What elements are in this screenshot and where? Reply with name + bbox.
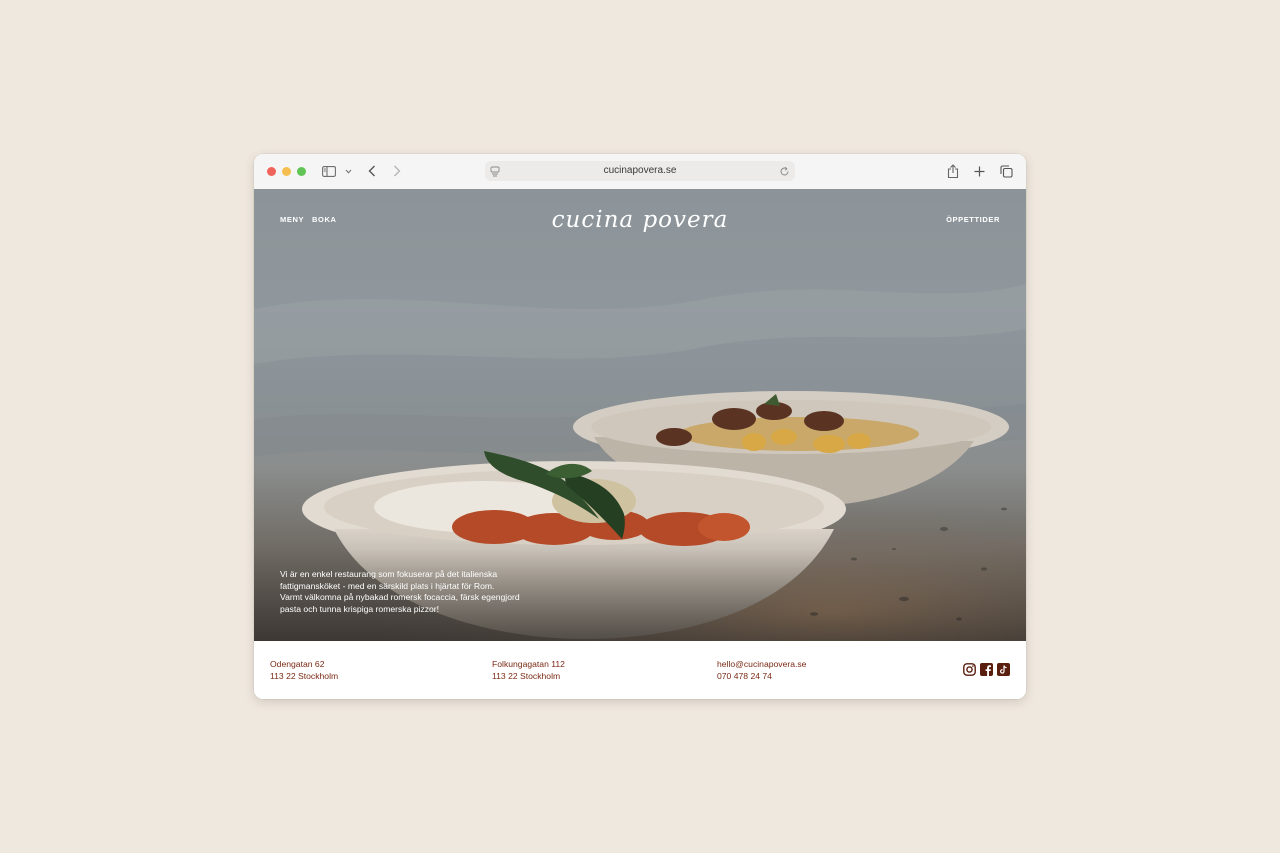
url-text: cucinapovera.se: [603, 165, 677, 176]
contact-info: hello@cucinapovera.se 070 478 24 74: [717, 658, 806, 682]
intro-line: pasta och tunna krispiga romerska pizzor…: [280, 603, 440, 614]
address-city: 113 22 Stockholm: [270, 671, 339, 681]
intro-line: fattigmansköket - med en särskild plats …: [280, 580, 495, 591]
tiktok-icon[interactable]: [997, 663, 1010, 676]
tab-overview-icon[interactable]: [999, 162, 1013, 180]
site-footer: Odengatan 62 113 22 Stockholm Folkungaga…: [254, 641, 1026, 699]
browser-window: cucinapovera.se MENY BOKA cucina povera …: [254, 154, 1026, 699]
sidebar-toggle-icon[interactable]: [321, 162, 337, 180]
zoom-window-button[interactable]: [297, 167, 306, 176]
site-logo[interactable]: cucina povera: [254, 207, 1026, 233]
browser-toolbar: cucinapovera.se: [254, 154, 1026, 190]
phone-link[interactable]: 070 478 24 74: [717, 670, 806, 682]
minimize-window-button[interactable]: [282, 167, 291, 176]
chevron-down-icon[interactable]: [343, 162, 353, 180]
share-icon[interactable]: [946, 162, 960, 180]
intro-text: Vi är en enkel restaurang som fokuserar …: [280, 569, 560, 615]
address-street: Odengatan 62: [270, 659, 325, 669]
forward-icon[interactable]: [390, 162, 404, 180]
facebook-icon[interactable]: [980, 663, 993, 676]
email-link[interactable]: hello@cucinapovera.se: [717, 658, 806, 670]
back-icon[interactable]: [365, 162, 379, 180]
address-bar[interactable]: cucinapovera.se: [485, 161, 795, 181]
location-folkungagatan[interactable]: Folkungagatan 112 113 22 Stockholm: [492, 658, 565, 682]
intro-line: Vi är en enkel restaurang som fokuserar …: [280, 569, 498, 579]
reload-icon[interactable]: [779, 165, 790, 185]
intro-line: Varmt välkomna på nybakad romersk focacc…: [280, 592, 520, 603]
location-odengatan[interactable]: Odengatan 62 113 22 Stockholm: [270, 658, 338, 682]
close-window-button[interactable]: [267, 167, 276, 176]
address-street: Folkungagatan 112: [492, 659, 565, 669]
hero-section: MENY BOKA cucina povera ÖPPETTIDER Vi är…: [254, 189, 1026, 641]
instagram-icon[interactable]: [963, 663, 976, 676]
address-city: 113 22 Stockholm: [492, 671, 561, 681]
nav-link-oppettider[interactable]: ÖPPETTIDER: [946, 215, 1000, 224]
new-tab-icon[interactable]: [972, 162, 986, 180]
page-settings-icon[interactable]: [490, 165, 500, 185]
